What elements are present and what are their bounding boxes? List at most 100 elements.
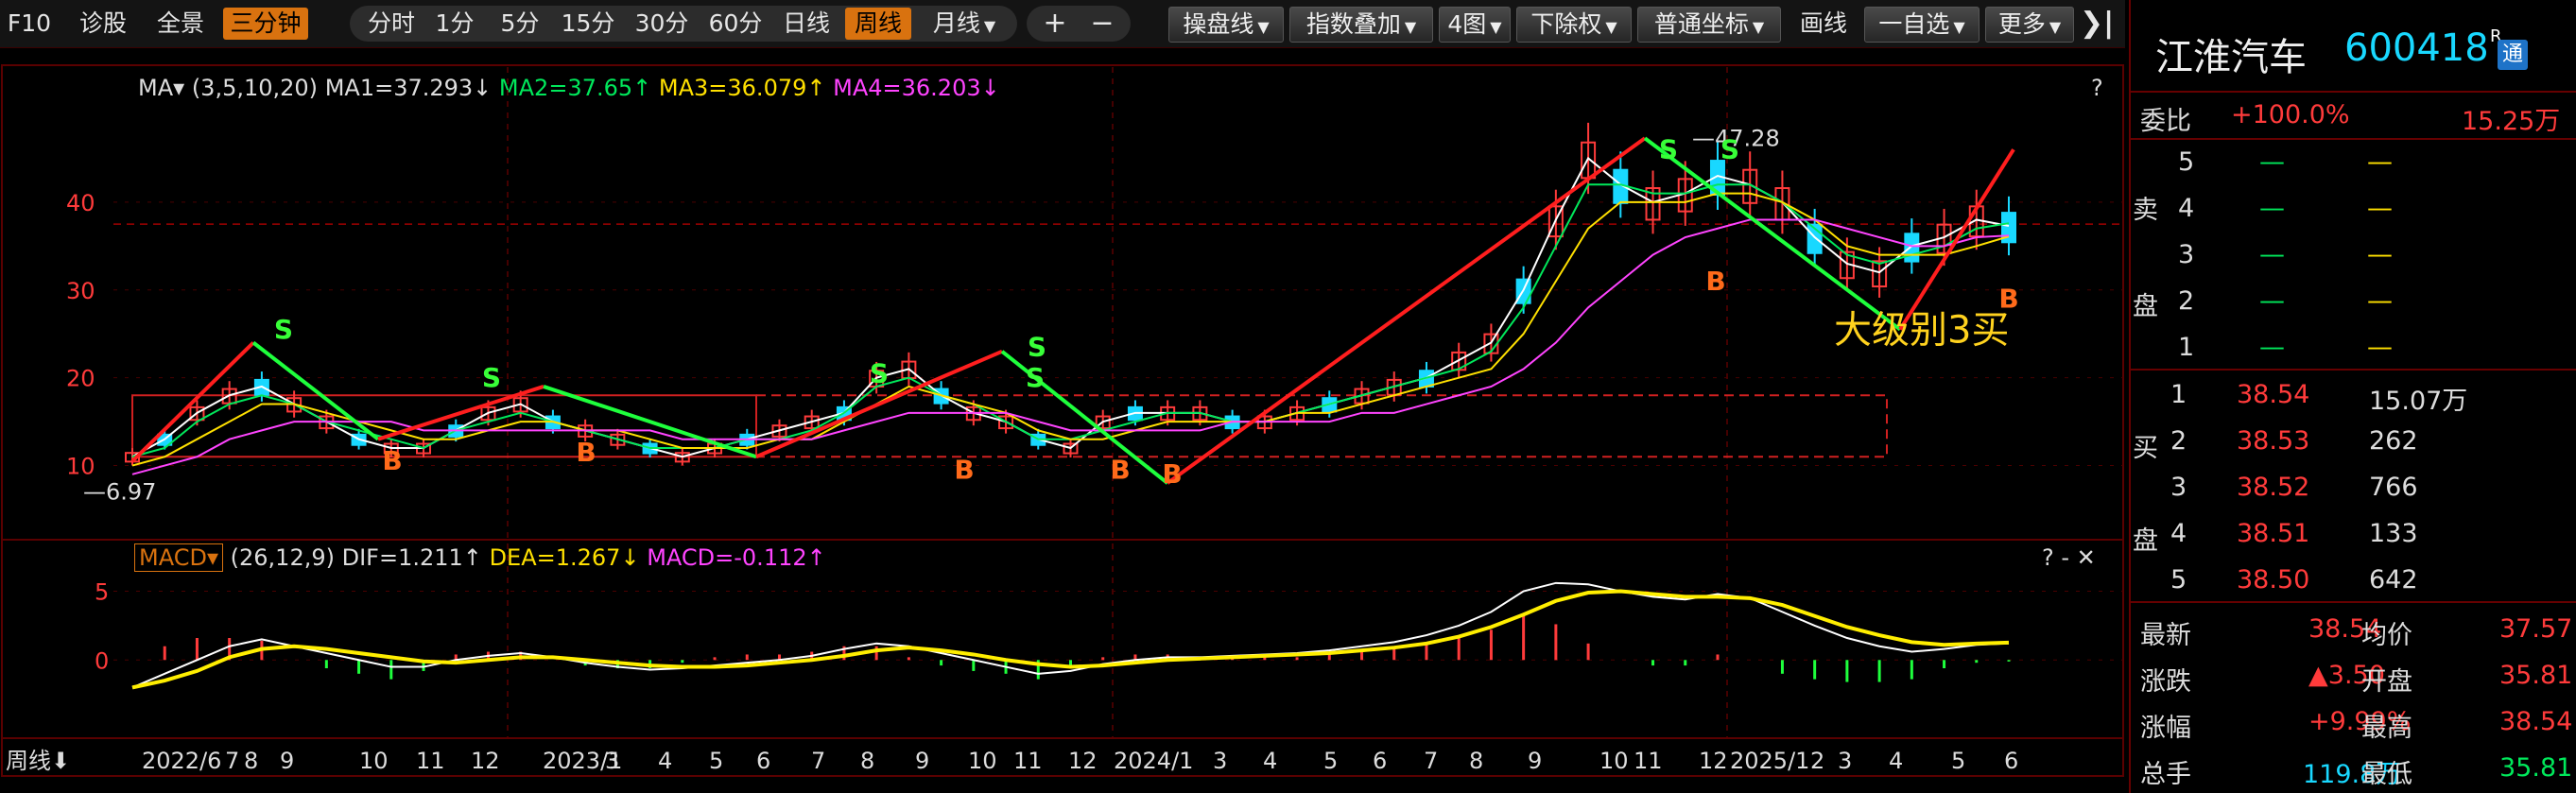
macd-tick-label: 5 [95, 579, 109, 606]
stat-row-value2: 38.54 [2499, 707, 2573, 736]
chevron-down-icon: ▼ [983, 17, 996, 35]
watchlist-button[interactable]: 一自选 ▼ [1864, 7, 1980, 43]
sell-row-price: — [2259, 194, 2285, 223]
time-tick-label: 9 [280, 748, 294, 774]
zoom-out-button[interactable]: − [1081, 8, 1123, 40]
buy-row-volume: 15.07万 [2369, 387, 2468, 416]
tab-30min[interactable]: 30分 [628, 8, 696, 40]
time-tick-label: 10 [968, 748, 997, 774]
index-overlay-button[interactable]: 指数叠加 ▼ [1289, 7, 1433, 43]
dea-value: DEA=1.267↓ [489, 544, 640, 571]
overview-button[interactable]: 全景 [151, 8, 210, 40]
signal-sell: S [482, 362, 501, 393]
four-charts-button[interactable]: 4图 ▼ [1439, 7, 1511, 43]
time-tick-label: 8 [860, 748, 874, 774]
draw-line-button[interactable]: 画线 [1792, 8, 1855, 40]
signal-buy: B [576, 437, 596, 468]
f10-button[interactable]: F10 [6, 8, 53, 40]
ex-rights-button[interactable]: 下除权 ▼ [1516, 7, 1632, 43]
buy-row-volume: 262 [2369, 426, 2418, 456]
time-tick-label: 6 [2004, 748, 2018, 774]
tab-weekly[interactable]: 周线 [845, 8, 911, 40]
time-tick-label: 11 [1634, 748, 1663, 774]
top-toolbar: F10 诊股 全景 三分钟 分时 1分 5分 15分 30分 60分 日线 周线… [0, 0, 2125, 48]
time-tick-label: 11 [1013, 748, 1043, 774]
quote-panel: 江淮汽车 600418 R 通 委比 +100.0% 15.25万 卖 盘 5—… [2129, 0, 2576, 793]
stock-name: 江淮汽车 [2155, 36, 2307, 79]
time-tick-label: 2 [1810, 748, 1824, 774]
range-box [755, 394, 1888, 458]
sell-row-level: 4 [2178, 194, 2195, 223]
time-tick-label: 3 [1213, 748, 1227, 774]
divider [2131, 601, 2576, 603]
signal-buy: B [382, 445, 402, 476]
stat-row-label2: 开盘 [2361, 667, 2412, 697]
tab-daily[interactable]: 日线 [777, 8, 836, 40]
price-tick-label: 10 [66, 454, 95, 480]
time-tick-label: 2025/1 [1730, 748, 1809, 774]
chevron-right-bar-icon[interactable]: ❯| [2080, 8, 2114, 40]
period-label: 周线⬇ [6, 748, 70, 774]
time-tick-label: 12 [471, 748, 500, 774]
chart-area: MA▾ (3,5,10,20) MA1=37.293↓ MA2=37.65↑ M… [0, 48, 2125, 793]
time-tick-label: 5 [1951, 748, 1965, 774]
diagnose-button[interactable]: 诊股 [74, 8, 132, 40]
three-minute-button[interactable]: 三分钟 [223, 8, 308, 40]
tong-badge: 通 [2498, 40, 2528, 70]
coordinate-label: 普通坐标 [1653, 10, 1749, 38]
stat-row-label2: 最低 [2361, 760, 2412, 789]
tab-60min[interactable]: 60分 [701, 8, 769, 40]
time-tick-label: 6 [1373, 748, 1387, 774]
time-tick-label: 9 [915, 748, 929, 774]
divider [2131, 138, 2576, 140]
time-tick-label: 2022/6 [142, 748, 221, 774]
price-chart[interactable]: 4030201050—47.28—6.97大级别3买SBSBSBSBSBS SBB… [0, 48, 2125, 793]
tab-monthly-label: 月线 [932, 9, 980, 37]
coordinate-button[interactable]: 普通坐标 ▼ [1637, 7, 1781, 43]
time-tick-label: 10 [359, 748, 389, 774]
price-tick-label: 40 [66, 190, 95, 216]
buy-row-level: 3 [2170, 473, 2187, 502]
signal-sell: S [1026, 362, 1045, 393]
more-button[interactable]: 更多 ▼ [1985, 7, 2074, 43]
tab-1min[interactable]: 1分 [431, 8, 478, 40]
buy-row-level: 2 [2170, 426, 2187, 456]
candle-body [1904, 233, 1920, 263]
low-marker-label: —6.97 [83, 479, 156, 506]
macd-params: (26,12,9) [230, 544, 335, 571]
signal-buy: B [1998, 283, 2018, 314]
tab-15min[interactable]: 15分 [554, 8, 622, 40]
buy-row-price: 38.53 [2237, 426, 2310, 456]
sell-row-level: 3 [2178, 240, 2195, 269]
buy-row-level: 5 [2170, 565, 2187, 595]
index-overlay-label: 指数叠加 [1305, 10, 1401, 38]
macd-panel-controls[interactable]: ? - ✕ [2042, 544, 2096, 571]
time-tick-label: 4 [1263, 748, 1277, 774]
time-tick-label: 10 [1599, 748, 1629, 774]
dif-value: DIF=1.211↑ [341, 544, 482, 571]
stat-row-label2: 均价 [2361, 621, 2412, 650]
buy-row-level: 1 [2170, 380, 2187, 409]
sell-label-1: 卖 [2133, 196, 2158, 225]
trading-line-button[interactable]: 操盘线 ▼ [1168, 7, 1284, 43]
more-label: 更多 [1997, 10, 2046, 38]
macd-indicator-select[interactable]: MACD▾ [134, 543, 223, 572]
signal-buy: B [1110, 454, 1130, 485]
tab-monthly[interactable]: 月线 ▼ [919, 8, 1010, 40]
stat-row-value2: 35.81 [2499, 661, 2573, 690]
zoom-in-button[interactable]: + [1034, 8, 1076, 40]
sell-row-volume: — [2367, 286, 2393, 316]
trading-line-label: 操盘线 [1183, 10, 1254, 38]
chevron-down-icon: ▼ [1605, 18, 1617, 36]
buy-row-level: 4 [2170, 519, 2187, 548]
sell-row-volume: — [2367, 333, 2393, 362]
time-tick-label: 11 [416, 748, 445, 774]
time-tick-label: 9 [1528, 748, 1542, 774]
signal-sell: S [1659, 133, 1678, 164]
time-tick-label: 6 [756, 748, 770, 774]
sell-label-2: 盘 [2133, 292, 2158, 321]
tab-5min[interactable]: 5分 [492, 8, 548, 40]
stat-row-label: 总手 [2140, 760, 2191, 789]
tab-intraday[interactable]: 分时 [363, 8, 420, 40]
webi-label: 委比 [2140, 107, 2191, 136]
